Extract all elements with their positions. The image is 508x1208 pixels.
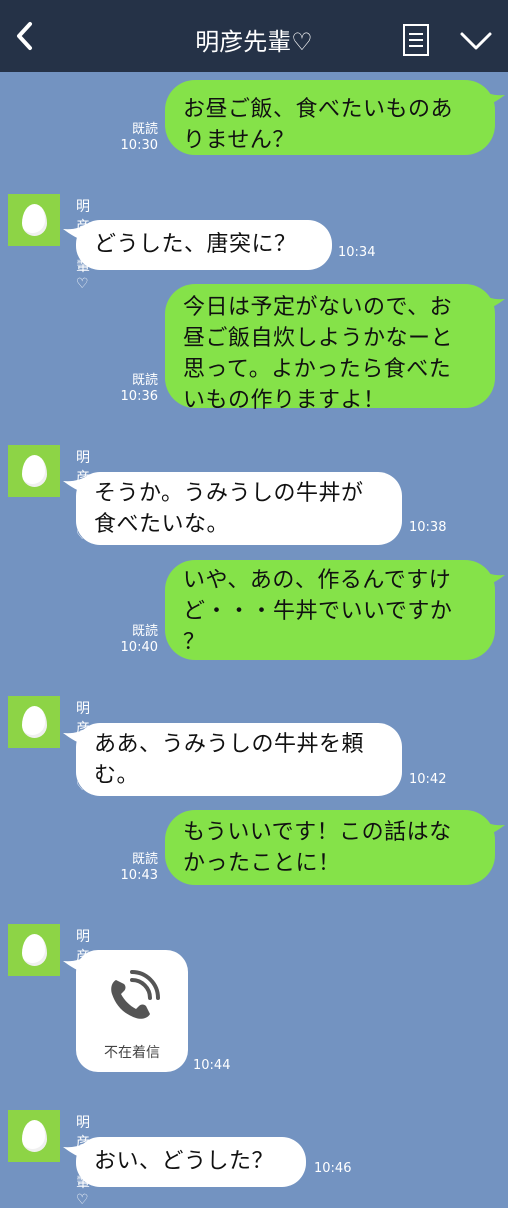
message-meta: 既読 10:30 <box>110 122 158 154</box>
message-time: 10:43 <box>120 868 158 883</box>
message-bubble[interactable]: どうした、唐突に？ <box>76 220 332 270</box>
read-receipt: 既読 <box>131 373 158 388</box>
message-time: 10:40 <box>120 640 158 655</box>
egg-icon <box>22 204 47 236</box>
message-line: かったことに！ <box>183 851 341 876</box>
message-line: 昼ご飯自炊しようかなーと <box>183 326 454 351</box>
avatar[interactable] <box>8 1110 60 1162</box>
avatar[interactable] <box>8 194 60 246</box>
message-line: ？ <box>183 630 206 655</box>
message-line: む。 <box>94 763 140 788</box>
read-receipt: 既読 <box>131 122 158 137</box>
chevron-down-icon[interactable] <box>454 24 498 60</box>
message-line: 今日は予定がないので、お <box>183 295 453 320</box>
message-bubble[interactable]: そうか。うみうしの牛丼が 食べたいな。 <box>76 472 402 545</box>
egg-icon <box>22 1120 47 1152</box>
message-time: 10:30 <box>120 138 158 153</box>
message-line: 食べたいな。 <box>94 512 230 537</box>
message-meta: 既読 10:43 <box>110 852 158 884</box>
read-receipt: 既読 <box>131 624 158 639</box>
missed-call-card[interactable]: 不在着信 <box>76 950 188 1072</box>
message-line: おい、どうした？ <box>94 1149 275 1174</box>
message-line: どうした、唐突に？ <box>94 232 297 257</box>
read-receipt: 既読 <box>131 852 158 867</box>
message-line: いもの作りますよ！ <box>183 388 386 413</box>
egg-icon <box>22 934 47 966</box>
message-bubble[interactable]: おい、どうした？ <box>76 1137 306 1187</box>
message-line: お昼ご飯、食べたいものあ <box>183 97 454 122</box>
message-meta: 既読 10:40 <box>110 624 158 656</box>
message-line: そうか。うみうしの牛丼が <box>94 481 364 506</box>
phone-missed-icon <box>111 970 160 1019</box>
message-line: いや、あの、作るんですけ <box>183 568 452 593</box>
egg-icon <box>22 455 47 487</box>
message-line: ど・・・牛丼でいいですか <box>183 599 453 624</box>
chat-header: 明彦先輩♡ <box>0 0 508 72</box>
message-line: 思って。よかったら食べた <box>183 357 452 382</box>
message-line: ああ、うみうしの牛丼を頼 <box>94 732 365 757</box>
message-bubble[interactable]: 今日は予定がないので、お 昼ご飯自炊しようかなーと 思って。よかったら食べた い… <box>165 284 495 413</box>
back-icon[interactable] <box>6 16 46 56</box>
message-time: 10:38 <box>409 520 447 535</box>
message-bubble[interactable]: お昼ご飯、食べたいものあ りません？ <box>165 80 495 155</box>
message-bubble[interactable]: もういいです！この話はな かったことに！ <box>165 810 495 885</box>
message-time: 10:44 <box>193 1058 231 1073</box>
avatar[interactable] <box>8 924 60 976</box>
message-meta: 既読 10:36 <box>110 373 158 405</box>
message-time: 10:46 <box>314 1161 352 1176</box>
message-time: 10:36 <box>120 389 158 404</box>
message-line: もういいです！この話はな <box>183 820 452 845</box>
menu-icon[interactable] <box>398 22 434 58</box>
avatar[interactable] <box>8 445 60 497</box>
message-time: 10:34 <box>338 245 376 260</box>
avatar[interactable] <box>8 696 60 748</box>
message-time: 10:42 <box>409 772 447 787</box>
message-line: りません？ <box>183 128 295 153</box>
message-bubble[interactable]: ああ、うみうしの牛丼を頼 む。 <box>76 723 402 796</box>
missed-call-label: 不在着信 <box>104 1045 160 1061</box>
egg-icon <box>22 706 47 738</box>
message-bubble[interactable]: いや、あの、作るんですけ ど・・・牛丼でいいですか ？ <box>165 560 495 660</box>
